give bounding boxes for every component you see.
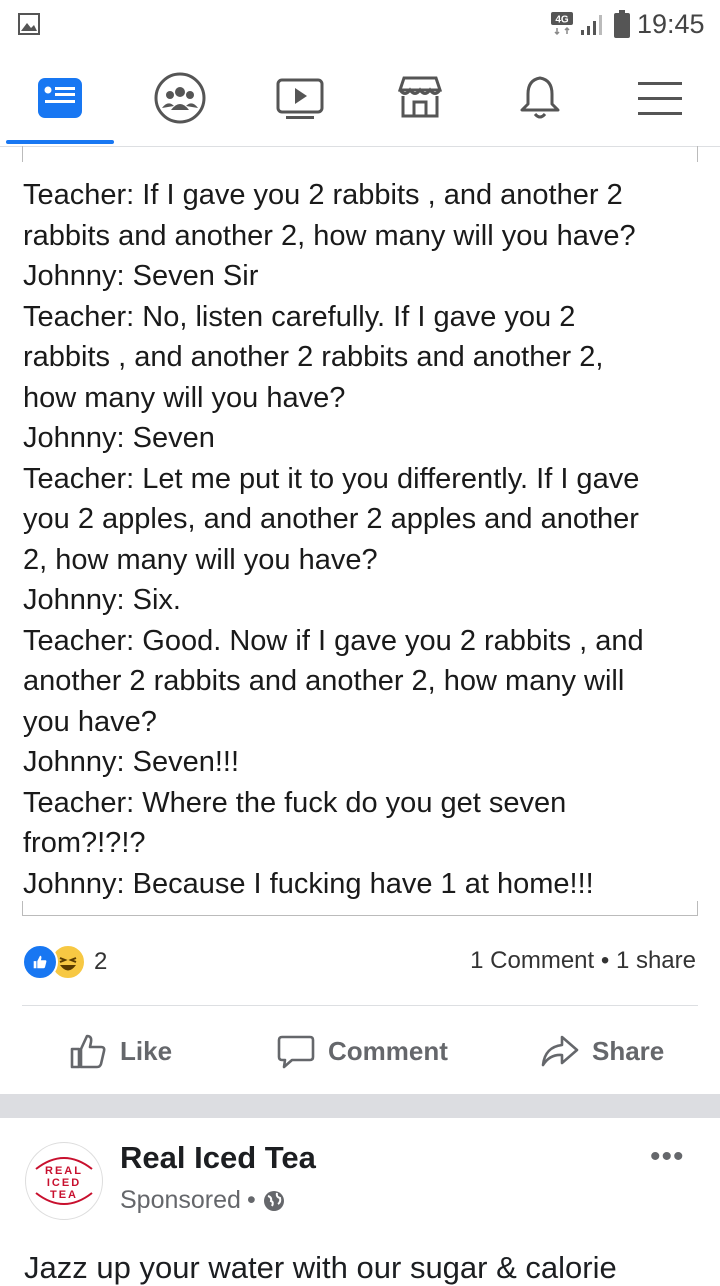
status-time: 19:45: [637, 9, 705, 39]
thumbs-up-icon: [70, 1034, 106, 1069]
post-text-line: rabbits , and another 2 rabbits and anot…: [23, 341, 604, 373]
battery-icon: [614, 10, 630, 38]
post-text-line: Johnny: Seven!!!: [23, 746, 240, 778]
post-text-line: 2, how many will you have?: [23, 543, 378, 576]
post-text-line: Johnny: Seven: [23, 422, 215, 454]
post-text-line: Teacher: Let me put it to you differentl…: [23, 462, 640, 495]
share-button[interactable]: Share: [540, 1016, 664, 1086]
globe-icon: [263, 1190, 284, 1211]
comments-shares-count[interactable]: 1 Comment • 1 share: [470, 947, 696, 975]
share-label: Share: [592, 1035, 665, 1066]
sponsored-post-text: Jazz up your water with our sugar & calo…: [24, 1250, 617, 1285]
tab-groups[interactable]: [120, 50, 240, 146]
tab-menu[interactable]: [600, 50, 720, 146]
post-text-line: you have?: [23, 705, 157, 738]
post-text-line: Johnny: Seven Sir: [23, 260, 259, 292]
post-text-line: Teacher: If I gave you 2 rabbits , and a…: [23, 179, 623, 211]
marketplace-icon: [397, 76, 443, 118]
svg-text:ICED: ICED: [47, 1177, 81, 1189]
groups-icon: [154, 72, 206, 124]
real-iced-tea-logo: REAL ICED TEA: [35, 1157, 93, 1205]
post-actions: Like Comment Share: [0, 1016, 720, 1086]
tab-marketplace[interactable]: [360, 50, 480, 146]
image-frame-top: [22, 146, 698, 162]
svg-text:TEA: TEA: [50, 1189, 78, 1201]
share-arrow-icon: [541, 1035, 579, 1067]
more-options-button[interactable]: •••: [650, 1140, 685, 1174]
post-text-line: Teacher: Good. Now if I gave you 2 rabbi…: [23, 624, 644, 657]
post-text-line: Johnny: Six.: [23, 584, 181, 616]
comment-button[interactable]: Comment: [276, 1016, 448, 1086]
post-text-line: Teacher: No, listen carefully. If I gave…: [23, 300, 576, 333]
post-text-line: Johnny: Because I fucking have 1 at home…: [23, 867, 594, 900]
divider: [22, 1005, 698, 1006]
svg-text:REAL: REAL: [45, 1165, 83, 1177]
post-text-line: how many will you have?: [23, 381, 346, 414]
news-feed-icon: [38, 78, 82, 118]
watch-icon: [276, 78, 324, 119]
sponsored-label: Sponsored: [120, 1186, 241, 1214]
reactions-summary[interactable]: 2: [22, 940, 107, 984]
post-text-line: rabbits and another 2, how many will you…: [23, 219, 636, 252]
post-text-line: you 2 apples, and another 2 apples and a…: [23, 503, 639, 535]
sponsored-meta: Sponsored •: [120, 1186, 286, 1215]
tab-news-feed[interactable]: [0, 50, 120, 146]
comment-icon: [277, 1035, 315, 1069]
comment-label: Comment: [328, 1035, 448, 1066]
advertiser-name[interactable]: Real Iced Tea: [120, 1140, 316, 1176]
reaction-count: 2: [94, 948, 108, 975]
network-4g-icon: 4G: [551, 12, 573, 36]
like-label: Like: [120, 1035, 173, 1066]
feed-separator: [0, 1094, 720, 1118]
like-reaction-icon: [22, 944, 58, 980]
signal-strength-icon: [581, 15, 602, 35]
post-text-line: another 2 rabbits and another 2, how man…: [23, 665, 625, 697]
advertiser-avatar[interactable]: REAL ICED TEA: [25, 1142, 103, 1220]
menu-icon: [638, 82, 682, 115]
meta-separator: •: [246, 1186, 256, 1214]
status-bar: 4G 19:45: [0, 0, 720, 50]
post-text-line: Teacher: Where the fuck do you get seven: [23, 786, 567, 819]
active-tab-indicator: [6, 140, 114, 144]
post-text-line: from?!?!?: [23, 827, 146, 859]
top-navigation: [0, 50, 720, 147]
network-type: 4G: [555, 15, 569, 26]
notifications-icon: [520, 76, 560, 119]
like-button[interactable]: Like: [68, 1016, 172, 1086]
tab-watch[interactable]: [240, 50, 360, 146]
gallery-notification-icon: [18, 13, 40, 35]
post-image-text: Teacher: If I gave you 2 rabbits , and a…: [23, 175, 713, 904]
tab-notifications[interactable]: [480, 50, 600, 146]
